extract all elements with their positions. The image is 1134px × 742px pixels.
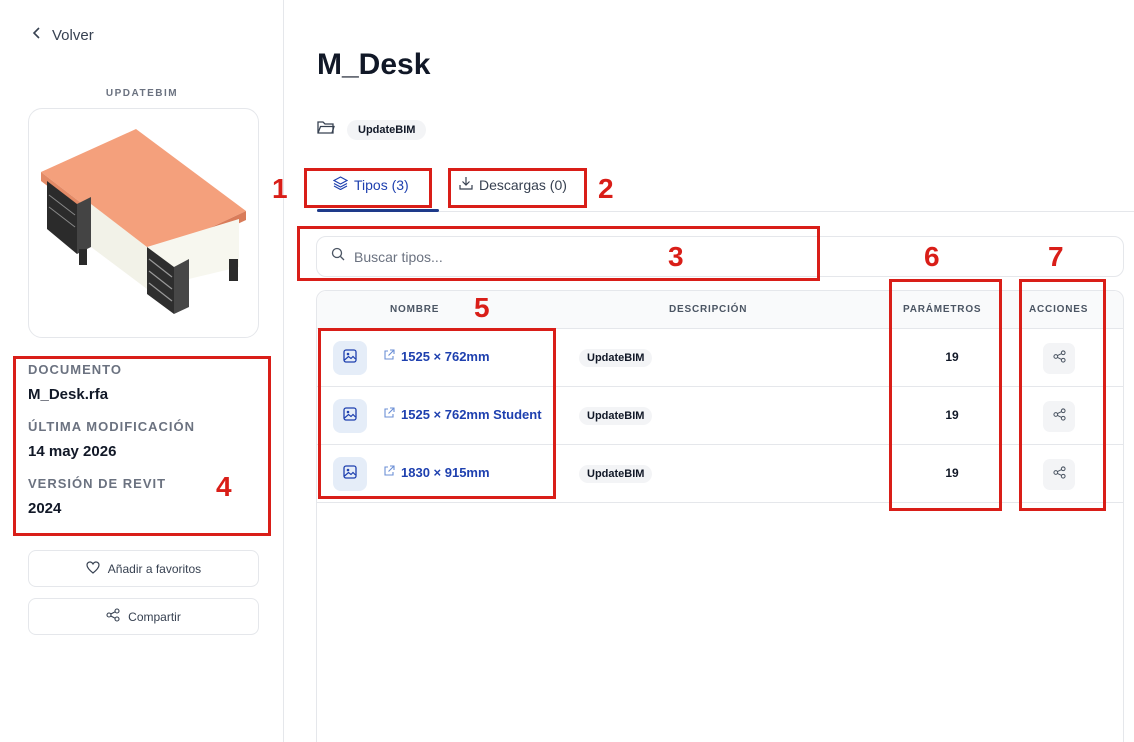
tab-bar: Tipos (3) Descargas (0): [317, 168, 1134, 212]
add-favorites-label: Añadir a favoritos: [107, 561, 202, 576]
annotation-number: 2: [598, 173, 614, 204]
annotation-number: 3: [668, 241, 684, 272]
annotation-box-actions: [1019, 279, 1106, 511]
description-chip: UpdateBIM: [579, 407, 653, 425]
page-title: M_Desk: [317, 48, 431, 81]
annotation-number: 7: [1048, 241, 1064, 272]
folder-chip[interactable]: UpdateBIM: [347, 120, 427, 140]
annotation-box-parameters: [889, 279, 1002, 511]
share-icon: [106, 608, 120, 625]
folder-row: UpdateBIM: [317, 120, 427, 140]
share-label: Compartir: [128, 609, 181, 624]
description-chip: UpdateBIM: [579, 465, 653, 483]
annotation-box-metadata: [13, 356, 271, 536]
share-button[interactable]: Compartir: [28, 598, 259, 635]
family-preview-image: [28, 108, 259, 338]
brand-label: UPDATEBIM: [105, 88, 179, 99]
table-header: NOMBRE DESCRIPCIÓN PARÁMETROS ACCIONES: [317, 291, 1123, 329]
annotation-number: 5: [474, 292, 490, 323]
chevron-left-icon: [32, 26, 42, 44]
annotation-number: 1: [272, 173, 288, 204]
back-button[interactable]: Volver: [32, 26, 94, 44]
description-chip: UpdateBIM: [579, 349, 653, 367]
header-descripcion: DESCRIPCIÓN: [669, 304, 748, 315]
heart-icon: [86, 560, 100, 577]
annotation-number: 6: [924, 241, 940, 272]
annotation-box-names: [318, 328, 556, 499]
annotation-box-tabs-tipos: [304, 168, 432, 208]
annotation-number: 4: [216, 471, 232, 502]
annotation-box-tabs-descargas: [448, 168, 587, 208]
folder-icon: [317, 120, 335, 140]
active-tab-indicator: [317, 209, 439, 212]
add-favorites-button[interactable]: Añadir a favoritos: [28, 550, 259, 587]
annotation-box-search: [297, 226, 820, 281]
header-nombre: NOMBRE: [390, 304, 440, 315]
back-label: Volver: [52, 26, 94, 44]
